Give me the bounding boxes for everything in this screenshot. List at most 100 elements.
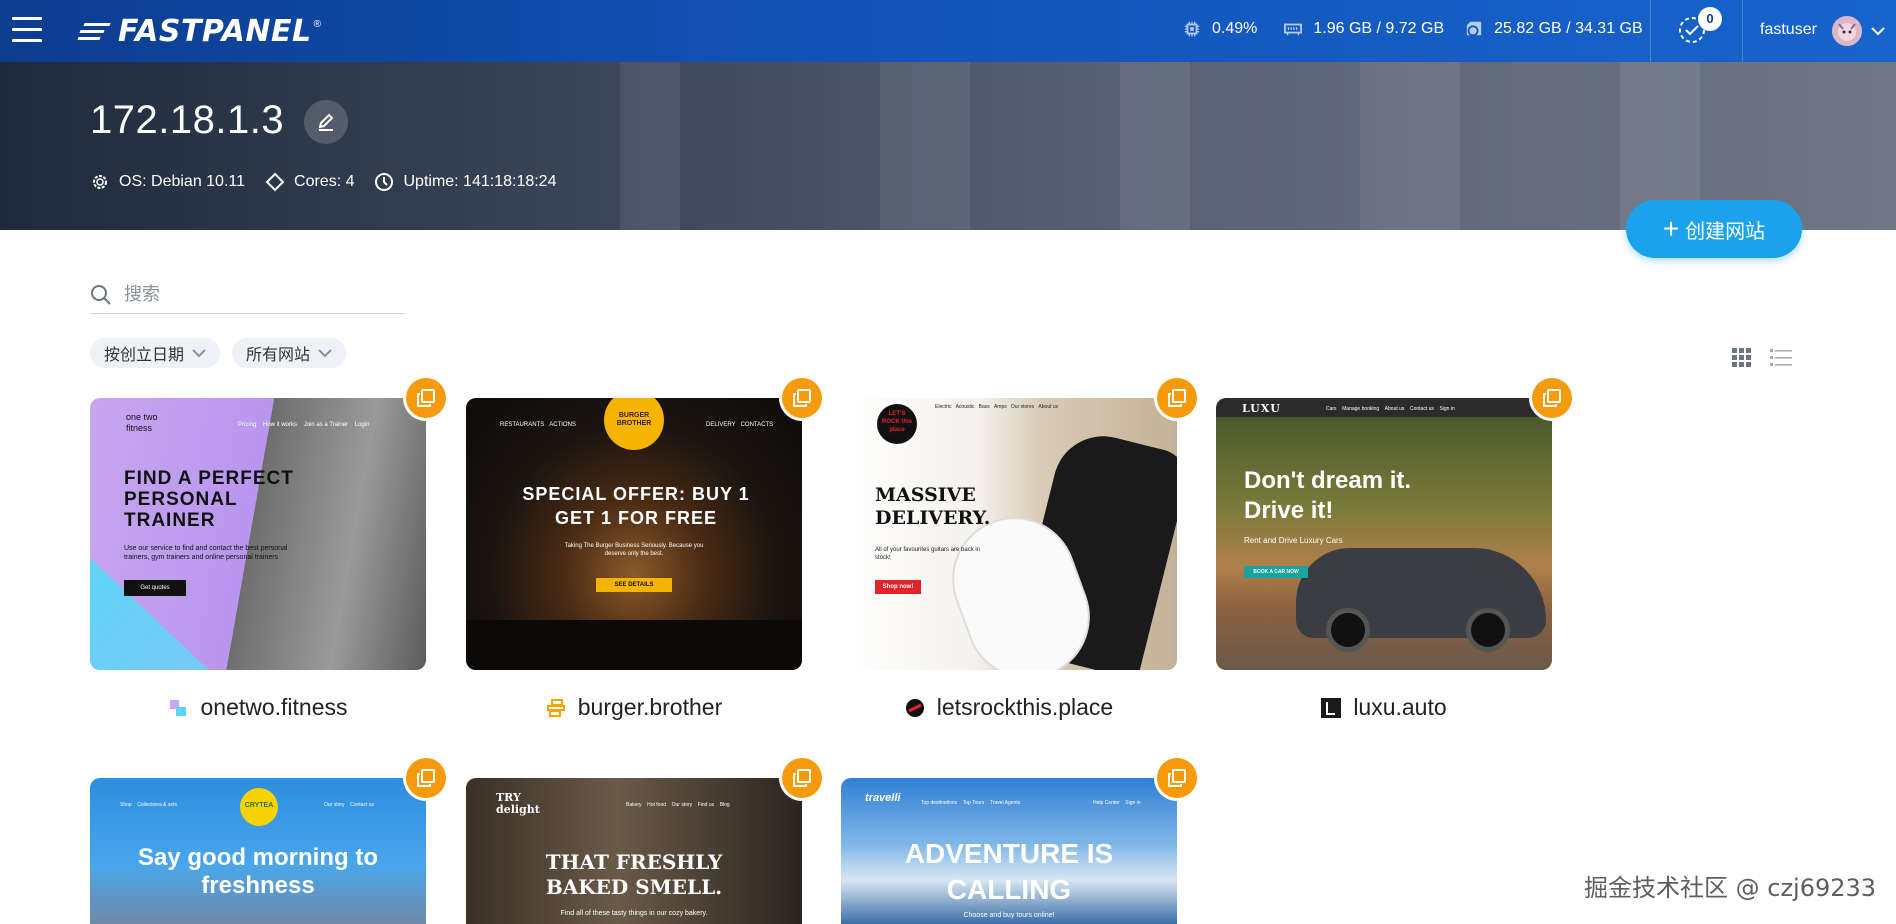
thumb-nav: Electric Acoustic Bass Amps Our stores A… — [935, 404, 1058, 410]
site-card-burger-brother[interactable]: BURGER BROTHER SPECIAL OFFER: BUY 1 GET … — [466, 378, 822, 720]
copy-icon — [793, 389, 811, 407]
site-name[interactable]: luxu.auto — [1216, 694, 1552, 721]
thumb-headline: SPECIAL OFFER: BUY 1 GET 1 FOR FREE — [522, 484, 750, 528]
thumb-nav-item: Shop — [120, 802, 132, 808]
site-card-letsrockthis-place[interactable]: LET'S ROCK this place MASSIVE DELIVERY. … — [841, 378, 1197, 720]
thumb-nav-item: Find us — [697, 802, 715, 808]
thumb-nav: Cars Manage booking About us Contact us … — [1326, 406, 1455, 412]
site-thumbnail[interactable]: travelli Top destinations Top Tours Trav… — [841, 778, 1177, 924]
site-card[interactable]: CRYTEA Shop Collections & sets Our story… — [90, 758, 446, 924]
site-card-onetwo-fitness[interactable]: one two fitness FIND A PERFECT PERSONAL … — [90, 378, 446, 720]
thumb-headline: Don't dream it. Drive it! — [1244, 467, 1412, 524]
grid-view-icon[interactable] — [1732, 348, 1752, 368]
thumb-logo: TRY delight — [496, 791, 540, 816]
logo[interactable]: FASTPANEL ® — [77, 14, 321, 49]
site-thumbnail[interactable]: LET'S ROCK this place MASSIVE DELIVERY. … — [841, 398, 1177, 670]
thumb-nav-item: Acoustic — [955, 404, 975, 410]
thumb-nav-item: Top destinations — [921, 800, 958, 806]
search-input[interactable] — [124, 284, 384, 305]
site-card[interactable]: travelli Top destinations Top Tours Trav… — [841, 758, 1197, 924]
thumb-subtext: Choose and buy tours online! — [963, 912, 1055, 919]
thumb-nav-item: Help Center — [1093, 800, 1120, 806]
create-site-button[interactable]: + 创建网站 — [1626, 200, 1802, 258]
logo-icon — [77, 19, 112, 45]
thumb-button: Get quotes — [124, 580, 186, 596]
thumb-nav-item: Pricing — [238, 422, 257, 428]
thumb-headline: MASSIVE DELIVERY. — [875, 484, 991, 529]
site-name[interactable]: letsrockthis.place — [841, 694, 1177, 721]
chevron-down-icon — [192, 348, 206, 357]
copy-site-button[interactable] — [406, 758, 446, 798]
logo-text: FASTPANEL — [118, 14, 312, 49]
edit-server-button[interactable] — [304, 100, 348, 144]
sort-by-date-dropdown[interactable]: 按创立日期 — [90, 338, 221, 368]
thumb-nav: Help Center Sign in — [1093, 800, 1141, 806]
menu-icon[interactable] — [12, 17, 42, 43]
thumb-headline: Say good morning to freshness — [138, 844, 378, 899]
ram-icon — [1284, 23, 1303, 36]
avatar[interactable] — [1832, 16, 1862, 46]
username[interactable]: fastuser — [1760, 21, 1817, 39]
pencil-icon — [318, 113, 334, 131]
filter-label: 按创立日期 — [104, 347, 185, 364]
hero-background-decor — [620, 62, 680, 230]
disk-icon — [1466, 21, 1482, 37]
copy-site-button[interactable] — [782, 378, 822, 418]
thumb-headline: FIND A PERFECT PERSONAL TRAINER — [124, 468, 294, 531]
site-thumbnail[interactable]: LUXU Cars Manage booking About us Contac… — [1216, 398, 1552, 670]
copy-site-button[interactable] — [1157, 758, 1197, 798]
thumb-nav-item: Collections & sets — [137, 802, 177, 808]
thumb-nav-item: Our story — [324, 802, 345, 808]
uptime-info: Uptime: 141:18:18:24 — [374, 172, 556, 192]
thumb-subtext: Rent and Drive Luxury Cars — [1244, 536, 1343, 545]
thumb-nav-item: How it works — [263, 422, 298, 428]
thumb-nav-item: Contact us — [350, 802, 375, 808]
copy-icon — [1168, 769, 1186, 787]
clock-icon — [375, 173, 394, 191]
site-name[interactable]: onetwo.fitness — [90, 694, 426, 721]
top-bar: FASTPANEL ® 0.49% 1.96 GB / 9.72 GB 25.8… — [0, 0, 1896, 62]
divider — [1650, 0, 1651, 62]
uptime-text: Uptime: 141:18:18:24 — [403, 173, 557, 190]
copy-site-button[interactable] — [406, 378, 446, 418]
thumb-nav-item: Our stores — [1010, 404, 1035, 410]
onetwo-favicon-icon — [170, 699, 187, 716]
thumb-nav-item: Electric — [935, 404, 952, 410]
site-thumbnail[interactable]: BURGER BROTHER SPECIAL OFFER: BUY 1 GET … — [466, 398, 802, 670]
site-scope-dropdown[interactable]: 所有网站 — [232, 338, 347, 368]
thumb-nav-item: Bass — [978, 404, 990, 410]
hero-background-decor — [880, 62, 970, 230]
disk-value: 25.82 GB / 34.31 GB — [1494, 20, 1643, 37]
thumb-nav-item: RESTAURANTS — [500, 422, 545, 428]
chevron-down-icon[interactable] — [1870, 26, 1886, 36]
thumb-nav-item: CONTACTS — [740, 422, 774, 428]
disk-stat: 25.82 GB / 34.31 GB — [1464, 20, 1643, 38]
filter-label: 所有网站 — [246, 347, 311, 364]
site-card[interactable]: TRY delight Bakery Hot food Our story Fi… — [466, 758, 822, 924]
thumb-nav-item: ACTIONS — [549, 422, 576, 428]
thumb-nav-item: Contact us — [1409, 406, 1434, 412]
list-view-icon[interactable] — [1770, 348, 1792, 368]
gear-icon — [93, 175, 107, 189]
site-thumbnail[interactable]: CRYTEA Shop Collections & sets Our story… — [90, 778, 426, 924]
thumb-nav: Top destinations Top Tours Travel Agents — [921, 800, 1020, 806]
site-name[interactable]: burger.brother — [466, 694, 802, 721]
copy-site-button[interactable] — [782, 758, 822, 798]
cpu-icon — [1184, 21, 1200, 37]
copy-site-button[interactable] — [1157, 378, 1197, 418]
thumb-nav: Shop Collections & sets — [120, 802, 177, 808]
copy-site-button[interactable] — [1532, 378, 1572, 418]
ram-value: 1.96 GB / 9.72 GB — [1313, 20, 1445, 37]
thumb-subtext: Find all of these tasty things in our co… — [560, 910, 708, 917]
plus-icon: + — [1662, 213, 1680, 244]
watermark: 掘金技术社区 @ czj69233 — [1584, 874, 1877, 902]
site-thumbnail[interactable]: TRY delight Bakery Hot food Our story Fi… — [466, 778, 802, 924]
thumb-decor — [466, 620, 802, 670]
site-thumbnail[interactable]: one two fitness FIND A PERFECT PERSONAL … — [90, 398, 426, 670]
site-name-text: luxu.auto — [1353, 694, 1447, 720]
thumb-headline: THAT FRESHLY BAKED SMELL. — [545, 850, 723, 899]
thumb-decor — [1326, 608, 1370, 652]
os-info: OS: Debian 10.11 — [90, 172, 245, 192]
site-card-luxu-auto[interactable]: LUXU Cars Manage booking About us Contac… — [1216, 378, 1572, 720]
thumb-nav: RESTAURANTS ACTIONS — [500, 422, 576, 428]
